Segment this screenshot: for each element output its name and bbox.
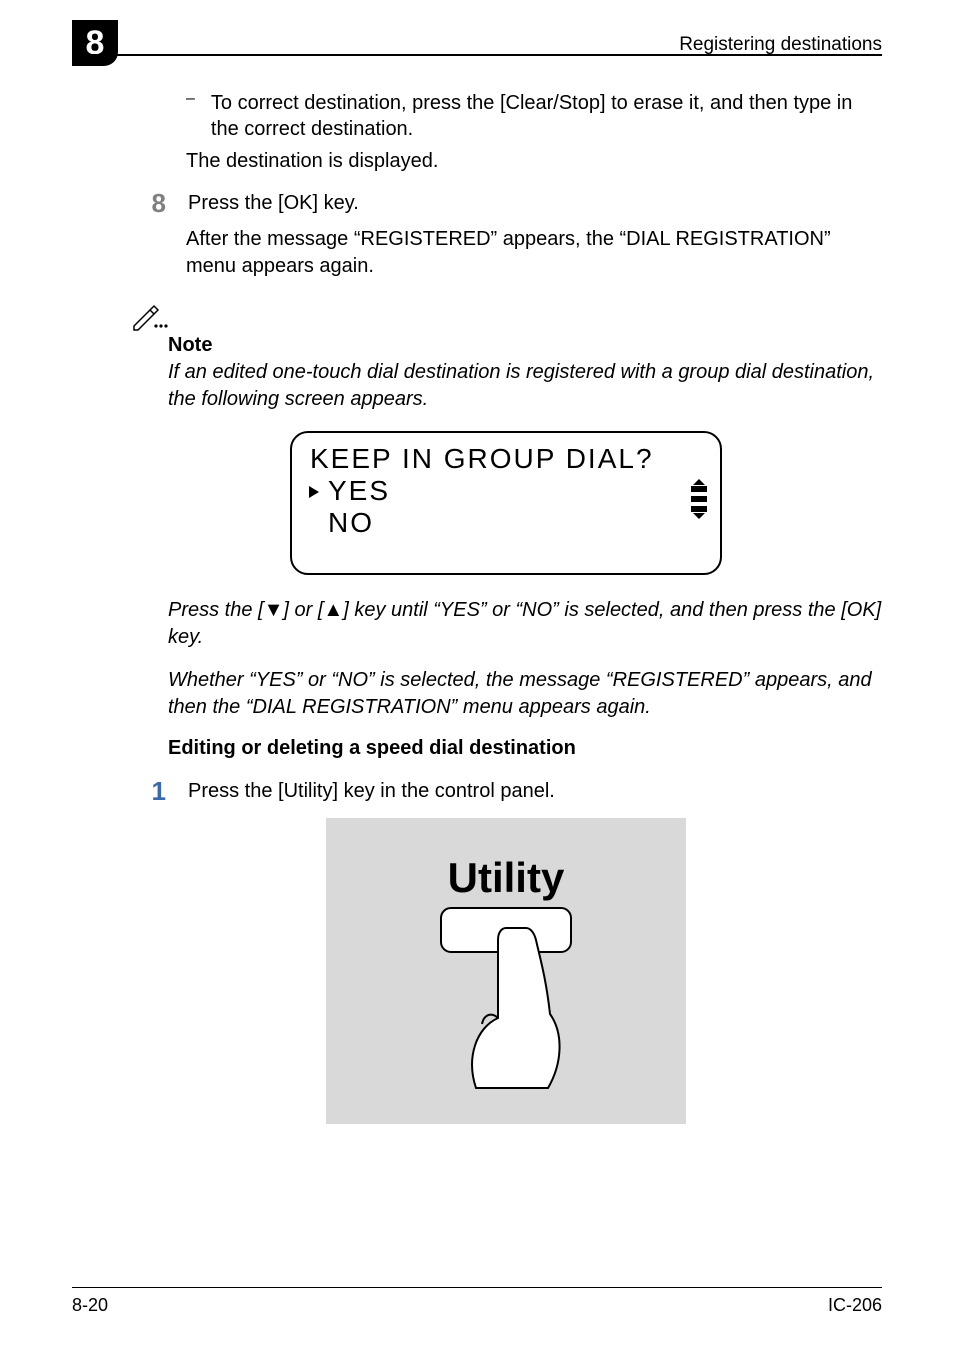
chapter-number-badge: 8: [72, 20, 118, 66]
page: 8 Registering destinations – To correct …: [0, 0, 954, 1352]
note-icon-row: [130, 302, 882, 332]
lcd-yes-text: YES: [328, 475, 390, 507]
correction-bullet-text: To correct destination, press the [Clear…: [211, 90, 882, 142]
utility-svg: [326, 818, 686, 1124]
lcd-line-1-text: KEEP IN GROUP DIAL?: [310, 443, 654, 475]
section-heading: Editing or deleting a speed dial destina…: [168, 737, 882, 760]
lcd-line-1: KEEP IN GROUP DIAL?: [306, 443, 706, 475]
down-page-icon: [690, 505, 708, 519]
content-area: – To correct destination, press the [Cle…: [130, 90, 882, 1138]
footer-rule: [72, 1287, 882, 1288]
lcd-yes-row: YES: [306, 475, 706, 507]
arrow-right-icon: [306, 475, 324, 507]
note-section: Note If an edited one-touch dial destina…: [130, 302, 882, 413]
note-heading: Note: [168, 334, 882, 357]
note-body: If an edited one-touch dial destination …: [168, 359, 882, 413]
step-number-8: 8: [130, 190, 166, 216]
note2a-mid1: ] or [: [283, 599, 323, 621]
lcd-screen: KEEP IN GROUP DIAL? YES NO: [290, 431, 722, 575]
note2a: Press the [▼] or [▲] key until “YES” or …: [168, 597, 882, 651]
step-8-row: 8 Press the [OK] key.: [130, 190, 882, 216]
footer-model: IC-206: [828, 1295, 882, 1316]
up-page-icon: [690, 479, 708, 493]
note-pencil-icon: [130, 302, 170, 332]
step-8-after: After the message “REGISTERED” appears, …: [186, 226, 882, 280]
destination-displayed-line: The destination is displayed.: [186, 148, 882, 174]
correction-bullet: – To correct destination, press the [Cle…: [186, 90, 882, 142]
step-1-text: Press the [Utility] key in the control p…: [188, 778, 882, 804]
lcd-corner-icons: [690, 479, 710, 521]
footer-page-number: 8-20: [72, 1295, 108, 1316]
step-number-1: 1: [130, 778, 166, 804]
note2a-prefix: Press the [: [168, 599, 264, 621]
mid-bar-icon: [690, 495, 708, 503]
step-8-text: Press the [OK] key.: [188, 190, 882, 216]
running-header: Registering destinations: [679, 34, 882, 56]
up-triangle-icon: ▲: [323, 599, 343, 621]
lcd-no-row: NO: [306, 507, 706, 539]
header-rule: [72, 54, 882, 56]
dash-icon: –: [186, 90, 195, 142]
step-1-row: 1 Press the [Utility] key in the control…: [130, 778, 882, 804]
down-triangle-icon: ▼: [264, 599, 284, 621]
lcd-no-text: NO: [328, 507, 374, 539]
utility-illustration: Utility: [326, 818, 686, 1124]
note2b: Whether “YES” or “NO” is selected, the m…: [168, 667, 882, 721]
